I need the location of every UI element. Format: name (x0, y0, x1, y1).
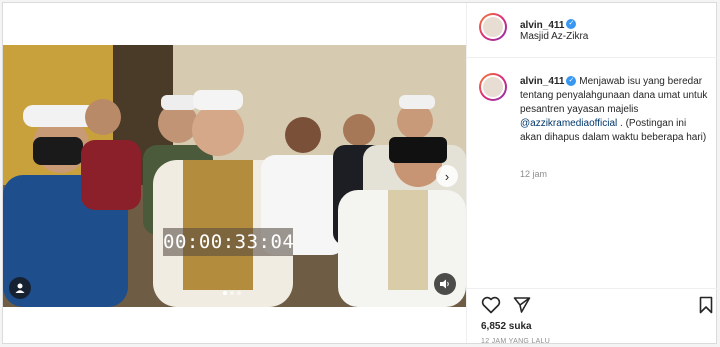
post-actions (467, 288, 717, 319)
verified-badge-icon: ✓ (566, 18, 577, 29)
paper-plane-icon[interactable] (513, 296, 531, 314)
speaker-icon (440, 279, 449, 289)
likes-count[interactable]: 6,852 suka (481, 321, 532, 332)
username-link[interactable]: alvin_411 (520, 20, 564, 31)
location-link[interactable]: Masjid Az-Zikra (520, 31, 588, 42)
caption-time: 12 jam (520, 169, 548, 179)
tagged-users-button[interactable] (9, 277, 31, 299)
caption-username[interactable]: alvin_411 (520, 76, 564, 87)
video-frame (3, 45, 466, 307)
posted-time: 12 JAM YANG LALU (481, 338, 551, 345)
carousel-dot (230, 291, 234, 295)
carousel-dot (223, 291, 227, 295)
instagram-post: 00:00:33:04 › alvin_411 ✓ Masjid Az-Zikr… (2, 2, 717, 345)
heart-icon[interactable] (481, 296, 501, 314)
audio-toggle-button[interactable] (434, 273, 456, 295)
carousel-indicator (223, 291, 241, 295)
post-video[interactable]: 00:00:33:04 › (3, 45, 466, 307)
post-header: alvin_411 ✓ Masjid Az-Zikra (467, 3, 717, 58)
post-sidebar: alvin_411 ✓ Masjid Az-Zikra alvin_411 ✓ Me… (466, 3, 717, 345)
avatar[interactable] (479, 13, 507, 41)
chevron-right-icon: › (444, 168, 450, 184)
mention-link[interactable]: @azzikramediaofficial (520, 118, 617, 129)
caption-avatar[interactable] (479, 73, 507, 101)
verified-badge-icon: ✓ (566, 76, 577, 87)
bookmark-icon[interactable] (699, 296, 713, 314)
video-timestamp: 00:00:33:04 (163, 228, 294, 256)
carousel-dot (237, 291, 241, 295)
user-tag-icon (15, 283, 25, 293)
next-slide-button[interactable]: › (436, 165, 458, 187)
post-caption: alvin_411 ✓ Menjawab isu yang beredar ten… (520, 75, 710, 145)
